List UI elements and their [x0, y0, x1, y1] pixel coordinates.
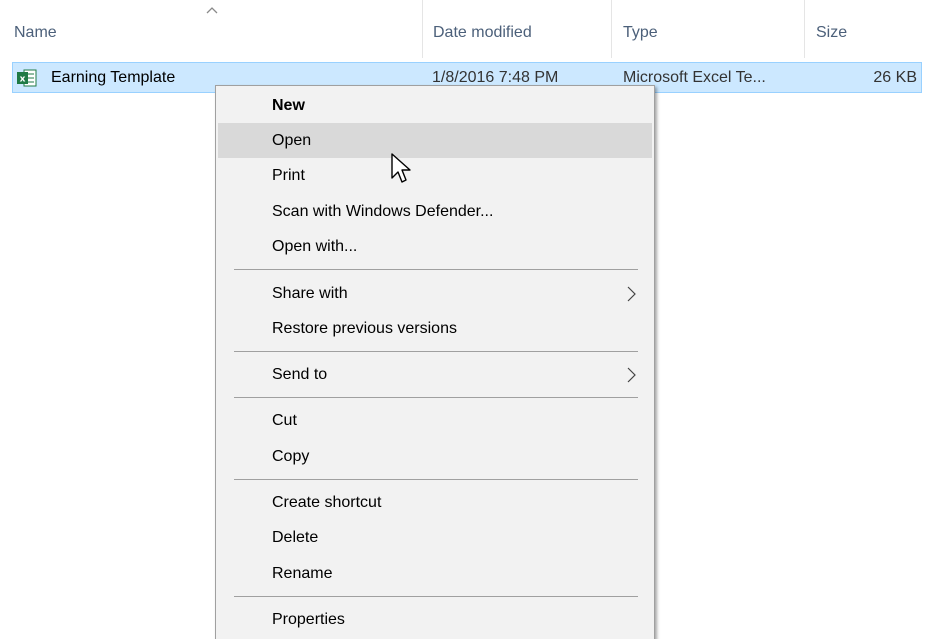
menu-item-label: Copy	[272, 448, 310, 465]
column-header-date-modified[interactable]: Date modified	[433, 22, 532, 44]
menu-item-scan-windows-defender[interactable]: Scan with Windows Defender...	[218, 194, 652, 229]
menu-item-share-with[interactable]: Share with	[218, 276, 652, 311]
svg-text:x: x	[20, 75, 26, 85]
menu-item-delete[interactable]: Delete	[218, 520, 652, 555]
menu-separator	[234, 479, 638, 480]
menu-item-label: New	[272, 97, 305, 114]
menu-item-print[interactable]: Print	[218, 158, 652, 193]
menu-item-cut[interactable]: Cut	[218, 403, 652, 438]
menu-item-label: Scan with Windows Defender...	[272, 203, 494, 220]
context-menu: New Open Print Scan with Windows Defende…	[215, 85, 655, 639]
menu-item-copy[interactable]: Copy	[218, 439, 652, 474]
sort-ascending-icon	[206, 7, 218, 14]
menu-item-restore-previous-versions[interactable]: Restore previous versions	[218, 311, 652, 346]
menu-separator	[234, 269, 638, 270]
file-size: 26 KB	[873, 69, 917, 86]
menu-item-rename[interactable]: Rename	[218, 556, 652, 591]
submenu-arrow-icon	[627, 367, 636, 383]
menu-item-label: Open	[272, 132, 312, 149]
menu-item-open[interactable]: Open	[218, 123, 652, 158]
file-explorer-view: Name Date modified Type Size x Earning T…	[0, 0, 927, 639]
menu-item-label: Print	[272, 167, 305, 184]
column-header-size[interactable]: Size	[816, 22, 847, 44]
menu-item-label: Create shortcut	[272, 494, 382, 511]
menu-item-label: Restore previous versions	[272, 320, 457, 337]
menu-item-label: Delete	[272, 529, 319, 546]
menu-separator	[234, 596, 638, 597]
menu-item-create-shortcut[interactable]: Create shortcut	[218, 485, 652, 520]
menu-separator	[234, 351, 638, 352]
mouse-pointer-icon	[391, 153, 411, 183]
column-divider[interactable]	[804, 0, 805, 58]
column-header-name[interactable]: Name	[14, 22, 57, 44]
menu-item-send-to[interactable]: Send to	[218, 357, 652, 392]
menu-item-label: Share with	[272, 285, 348, 302]
menu-item-new[interactable]: New	[218, 88, 652, 123]
menu-item-open-with[interactable]: Open with...	[218, 229, 652, 264]
menu-item-label: Rename	[272, 565, 333, 582]
file-name: Earning Template	[51, 69, 176, 86]
menu-item-label: Send to	[272, 366, 328, 383]
menu-item-label: Properties	[272, 611, 345, 628]
column-header-bar: Name Date modified Type Size	[0, 0, 927, 60]
column-divider[interactable]	[422, 0, 423, 58]
column-header-type[interactable]: Type	[623, 22, 658, 44]
menu-item-properties[interactable]: Properties	[218, 602, 652, 637]
menu-separator	[234, 397, 638, 398]
submenu-arrow-icon	[627, 286, 636, 302]
column-divider[interactable]	[611, 0, 612, 58]
menu-item-label: Cut	[272, 412, 297, 429]
menu-item-label: Open with...	[272, 238, 358, 255]
excel-file-icon: x	[17, 69, 37, 87]
